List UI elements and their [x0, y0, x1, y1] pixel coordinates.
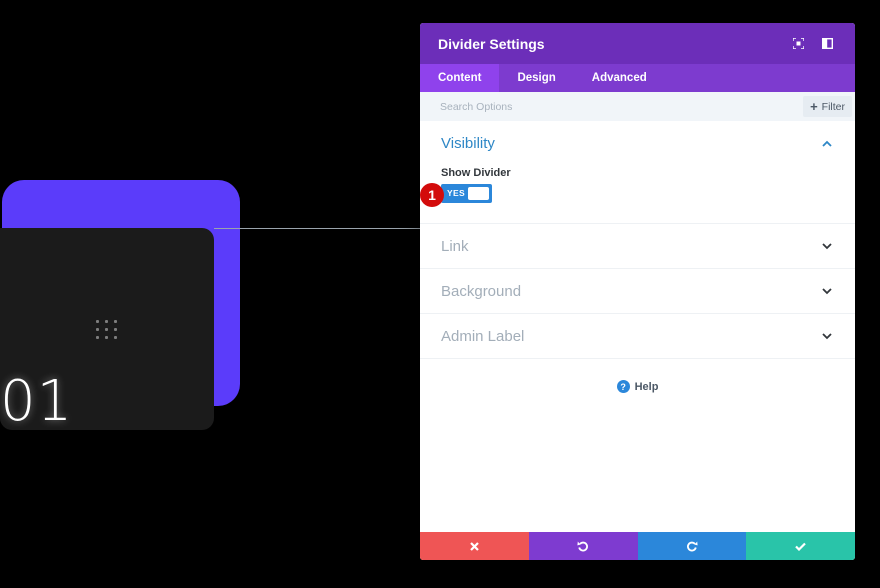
- search-options-input[interactable]: [440, 100, 804, 113]
- help-label: Help: [634, 380, 659, 393]
- section-visibility-header[interactable]: Visibility: [420, 121, 855, 165]
- panel-title: Divider Settings: [438, 35, 545, 52]
- question-mark-icon: ?: [616, 380, 630, 393]
- toggle-value: YES: [447, 188, 465, 198]
- cancel-button[interactable]: [420, 532, 529, 560]
- tab-advanced[interactable]: Advanced: [574, 64, 665, 92]
- section-title: Background: [441, 282, 522, 300]
- filter-label: Filter: [821, 100, 845, 113]
- save-button[interactable]: [746, 532, 855, 560]
- section-background: Background: [420, 269, 855, 314]
- search-row: + Filter: [420, 92, 855, 121]
- help-link[interactable]: ? Help: [420, 380, 855, 393]
- section-link: Link: [420, 224, 855, 269]
- divider-settings-panel: Divider Settings Content Design Advanced…: [420, 23, 855, 560]
- chevron-down-icon: [820, 284, 834, 298]
- check-icon: [795, 542, 806, 551]
- panel-header: Divider Settings: [420, 23, 855, 64]
- panel-footer: [420, 532, 855, 560]
- section-background-header[interactable]: Background: [420, 269, 855, 313]
- tab-design[interactable]: Design: [499, 64, 573, 92]
- undo-icon: [577, 541, 589, 552]
- section-admin-label: Admin Label: [420, 314, 855, 359]
- toggle-knob: [468, 187, 489, 200]
- tab-content[interactable]: Content: [420, 64, 500, 92]
- show-divider-toggle[interactable]: YES: [441, 184, 492, 203]
- tab-bar: Content Design Advanced: [420, 64, 855, 92]
- section-title: Link: [441, 237, 469, 255]
- chevron-up-icon: [820, 136, 834, 150]
- plus-icon: +: [810, 99, 818, 114]
- section-link-header[interactable]: Link: [420, 224, 855, 268]
- show-divider-label: Show Divider: [441, 167, 511, 179]
- step-badge: 1: [420, 183, 444, 207]
- preview-number: 01: [0, 369, 74, 434]
- chevron-down-icon: [820, 239, 834, 253]
- redo-icon: [686, 541, 698, 552]
- section-visibility-body: Show Divider YES: [420, 165, 855, 223]
- section-title: Visibility: [441, 134, 495, 152]
- redo-button[interactable]: [637, 532, 747, 560]
- split-view-icon[interactable]: [817, 34, 837, 54]
- undo-button[interactable]: [528, 532, 638, 560]
- section-admin-label-header[interactable]: Admin Label: [420, 314, 855, 358]
- preview-divider-line: [214, 228, 420, 229]
- chevron-down-icon: [820, 329, 834, 343]
- drag-handle-icon[interactable]: [96, 320, 118, 340]
- fullscreen-icon[interactable]: [788, 34, 808, 54]
- section-visibility: Visibility Show Divider YES: [420, 121, 855, 224]
- filter-button[interactable]: + Filter: [803, 96, 852, 117]
- close-icon: [470, 541, 479, 551]
- section-title: Admin Label: [441, 327, 525, 345]
